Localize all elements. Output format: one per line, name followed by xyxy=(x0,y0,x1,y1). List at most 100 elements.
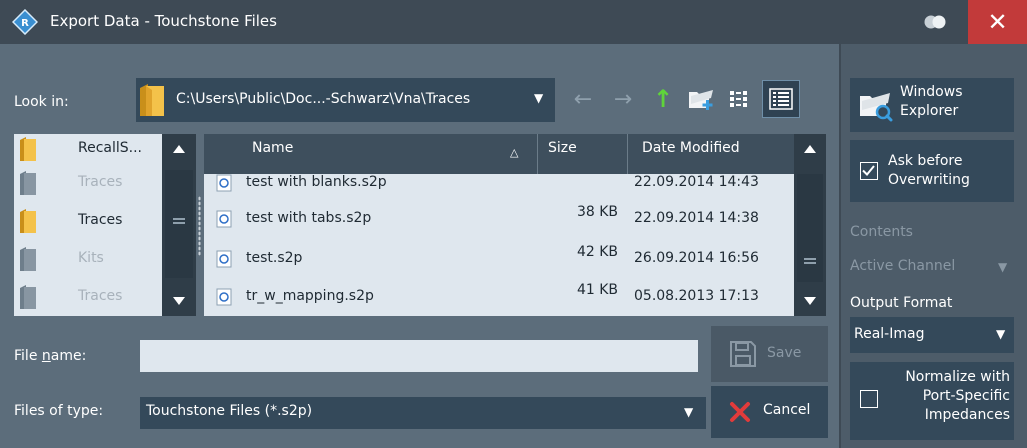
look-in-path: C:\Users\Public\Doc...-Schwarz\Vna\Trace… xyxy=(176,91,471,107)
file-size: 38 KB xyxy=(576,204,618,220)
checkbox-unchecked-icon xyxy=(860,390,878,408)
output-format-value: Real-Imag xyxy=(854,326,925,342)
column-header-date[interactable]: Date Modified xyxy=(628,134,794,174)
column-header-size[interactable]: Size xyxy=(538,134,628,174)
forward-button[interactable]: → xyxy=(608,84,638,114)
scroll-thumb[interactable] xyxy=(165,170,193,278)
file-name-label-part: File xyxy=(14,348,42,364)
chevron-down-icon: ▼ xyxy=(998,260,1008,274)
files-of-type-label: Files of type: xyxy=(14,403,104,419)
files-of-type-value: Touchstone Files (*.s2p) xyxy=(146,403,313,419)
folder-icon xyxy=(140,84,164,116)
column-header-label: Date Modified xyxy=(642,140,740,156)
floppy-disk-icon xyxy=(730,341,756,367)
file-date: 05.08.2013 17:13 xyxy=(634,288,759,304)
touchstone-file-icon xyxy=(216,210,232,228)
windows-explorer-label: Windows Explorer xyxy=(900,84,963,119)
file-name: test.s2p xyxy=(246,250,303,266)
folder-icon xyxy=(20,285,36,309)
column-header-name[interactable]: Name xyxy=(204,134,538,174)
sidebar-item-recall[interactable]: RecallS... xyxy=(14,134,164,168)
touchstone-file-icon xyxy=(216,250,232,268)
sidebar-item-traces[interactable]: Traces xyxy=(14,164,164,202)
windows-explorer-button[interactable]: Windows Explorer xyxy=(850,78,1014,132)
splitter-handle[interactable] xyxy=(198,196,201,256)
sidebar-item-traces-selected[interactable]: Traces xyxy=(14,202,164,240)
folder-icon xyxy=(20,209,36,233)
column-header-label: Name xyxy=(252,140,294,156)
contents-label: Contents xyxy=(850,224,913,240)
close-button[interactable]: ✕ xyxy=(968,0,1027,44)
svg-text:R: R xyxy=(21,18,29,29)
checkbox-checked-icon xyxy=(860,162,878,180)
folder-icon xyxy=(20,247,36,271)
cancel-label: Cancel xyxy=(763,402,811,418)
ask-before-label: Ask before Overwriting xyxy=(888,153,970,188)
sidebar-item-label: Traces xyxy=(78,212,123,228)
file-name: test with tabs.s2p xyxy=(246,210,372,226)
touchstone-file-icon xyxy=(216,174,232,192)
scroll-down-icon xyxy=(804,297,816,305)
new-folder-icon xyxy=(689,90,713,110)
output-format-label: Output Format xyxy=(850,295,953,311)
normalize-label: Normalize with Port-Specific Impedances xyxy=(905,369,1010,423)
sidebar-item-label: Traces xyxy=(78,288,123,304)
folder-icon xyxy=(20,137,36,161)
detail-view-button[interactable] xyxy=(762,80,800,118)
file-date: 26.09.2014 16:56 xyxy=(634,250,759,266)
list-view-button[interactable] xyxy=(725,84,755,114)
new-folder-button[interactable] xyxy=(686,84,716,114)
contents-value: Active Channel xyxy=(850,258,956,274)
sidebar-item-label: Kits xyxy=(78,250,104,266)
cancel-x-icon xyxy=(730,402,750,422)
table-row[interactable]: test.s2p 42 KB 26.09.2014 16:56 xyxy=(204,240,794,278)
touchstone-file-icon xyxy=(216,288,232,306)
file-date: 22.09.2014 14:43 xyxy=(634,174,759,190)
back-button[interactable]: ← xyxy=(568,84,598,114)
sidebar-item-traces-2[interactable]: Traces xyxy=(14,278,164,316)
chevron-down-icon: ▼ xyxy=(996,327,1006,341)
list-header: Name △ Size Date Modified xyxy=(204,134,794,174)
folder-icon xyxy=(20,171,36,195)
table-row[interactable]: test with tabs.s2p 38 KB 22.09.2014 14:3… xyxy=(204,200,794,238)
column-header-label: Size xyxy=(548,140,577,156)
normalize-impedances-checkbox[interactable]: Normalize with Port-Specific Impedances xyxy=(850,362,1014,440)
file-list[interactable]: test with blanks.s2p 22.09.2014 14:43 te… xyxy=(204,134,826,316)
file-date: 22.09.2014 14:38 xyxy=(634,210,759,226)
list-view-icon xyxy=(730,91,747,107)
window-title: Export Data - Touchstone Files xyxy=(50,12,277,30)
arrow-left-icon: ← xyxy=(573,86,593,112)
file-name-label: File name: xyxy=(14,348,86,364)
arrow-up-icon: ↑ xyxy=(652,85,674,113)
files-of-type-combo[interactable]: Touchstone Files (*.s2p) ▼ xyxy=(140,397,706,429)
sidebar-item-kits[interactable]: Kits xyxy=(14,240,164,278)
folder-search-icon xyxy=(860,93,893,122)
look-in-combo[interactable]: C:\Users\Public\Doc...-Schwarz\Vna\Trace… xyxy=(136,78,555,122)
scroll-up-icon xyxy=(804,145,816,153)
sidebar-item-label: Traces xyxy=(78,174,123,190)
output-format-combo[interactable]: Real-Imag ▼ xyxy=(850,317,1014,353)
ask-before-overwriting-checkbox[interactable]: Ask before Overwriting xyxy=(850,140,1014,202)
detail-view-icon xyxy=(769,88,793,110)
chevron-down-icon: ▼ xyxy=(534,91,544,105)
toggle-icon[interactable] xyxy=(922,14,948,30)
file-name: test with blanks.s2p xyxy=(246,174,387,190)
cancel-button[interactable]: Cancel xyxy=(711,386,828,438)
chevron-down-icon: ▼ xyxy=(684,405,694,419)
arrow-right-icon: → xyxy=(613,86,633,112)
file-list-scrollbar[interactable] xyxy=(794,134,826,316)
sort-ascending-icon: △ xyxy=(510,146,519,159)
file-name-label-part: ame: xyxy=(50,348,87,364)
scroll-down-icon xyxy=(173,297,185,305)
contents-combo[interactable]: Active Channel ▼ xyxy=(850,250,1014,284)
close-icon: ✕ xyxy=(987,8,1008,36)
parent-folder-button[interactable]: ↑ xyxy=(648,84,678,114)
save-label: Save xyxy=(767,345,802,361)
sidebar-item-label: RecallS... xyxy=(78,140,143,156)
scroll-thumb[interactable] xyxy=(797,174,823,282)
table-row[interactable]: tr_w_mapping.s2p 41 KB 05.08.2013 17:13 xyxy=(204,278,794,316)
save-button[interactable]: Save xyxy=(711,326,828,382)
sidebar-scrollbar[interactable] xyxy=(162,134,196,316)
file-name-input[interactable] xyxy=(140,340,698,372)
file-name: tr_w_mapping.s2p xyxy=(246,288,374,304)
